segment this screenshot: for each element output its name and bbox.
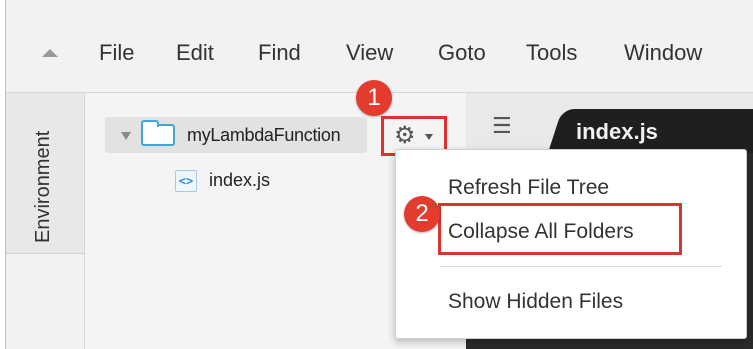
collapse-menu-icon[interactable]: [42, 49, 58, 57]
menu-divider: [440, 266, 722, 267]
menu-window[interactable]: Window: [624, 40, 702, 66]
tab-list-icon[interactable]: ☰: [492, 113, 512, 139]
menu-bar: File Edit Find View Goto Tools Window: [6, 0, 753, 93]
side-panel: Environment: [6, 93, 85, 349]
ide-window: File Edit Find View Goto Tools Window En…: [5, 0, 753, 349]
editor-tab-label: index.js: [576, 119, 658, 144]
expand-caret-icon[interactable]: [121, 132, 131, 140]
chevron-down-icon: [425, 134, 433, 140]
tree-file-item[interactable]: <> index.js: [175, 166, 375, 196]
menu-item-refresh-file-tree[interactable]: Refresh File Tree: [448, 176, 609, 200]
menu-file[interactable]: File: [99, 40, 134, 66]
root-folder-label: myLambdaFunction: [187, 125, 341, 145]
environment-tab[interactable]: Environment: [6, 93, 84, 254]
step-badge-2: 2: [404, 196, 440, 232]
menu-item-show-hidden-files[interactable]: Show Hidden Files: [448, 290, 623, 314]
file-label: index.js: [209, 170, 271, 190]
environment-tab-label: Environment: [32, 130, 54, 243]
folder-icon: [141, 120, 175, 146]
js-file-icon: <>: [175, 170, 197, 192]
menu-edit[interactable]: Edit: [176, 40, 214, 66]
editor-tab-strip: ☰ index.js: [466, 93, 753, 165]
tree-root-folder[interactable]: myLambdaFunction: [105, 117, 367, 153]
menu-goto[interactable]: Goto: [438, 40, 486, 66]
menu-view[interactable]: View: [346, 40, 393, 66]
annotation-highlight-box: [438, 203, 682, 255]
step-badge-1: 1: [356, 80, 392, 116]
gear-icon: ⚙: [394, 122, 416, 149]
menu-tools[interactable]: Tools: [526, 40, 577, 66]
menu-find[interactable]: Find: [258, 40, 301, 66]
